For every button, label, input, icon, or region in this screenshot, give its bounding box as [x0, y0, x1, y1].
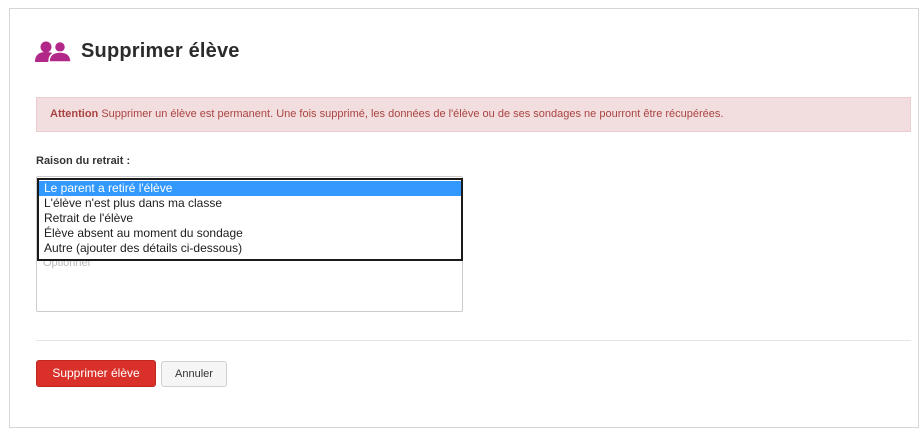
reason-option[interactable]: Autre (ajouter des détails ci-dessous)	[39, 241, 461, 256]
page-title: Supprimer élève	[81, 40, 240, 62]
users-icon	[35, 40, 73, 63]
reason-select-dropdown[interactable]: Le parent a retiré l'élève L'élève n'est…	[37, 178, 463, 261]
delete-student-button[interactable]: Supprimer élève	[36, 360, 156, 387]
form-divider	[36, 340, 911, 341]
reason-label: Raison du retrait :	[36, 155, 131, 167]
alert-message: Supprimer un élève est permanent. Une fo…	[101, 108, 724, 120]
reason-option[interactable]: L'élève n'est plus dans ma classe	[39, 196, 461, 211]
reason-option[interactable]: Retrait de l'élève	[39, 211, 461, 226]
cancel-button[interactable]: Annuler	[161, 361, 227, 387]
reason-option[interactable]: Élève absent au moment du sondage	[39, 226, 461, 241]
warning-alert: Attention Supprimer un élève est permane…	[36, 97, 911, 132]
page-header: Supprimer élève	[35, 40, 240, 63]
alert-strong: Attention	[50, 108, 99, 120]
reason-option[interactable]: Le parent a retiré l'élève	[39, 181, 461, 196]
